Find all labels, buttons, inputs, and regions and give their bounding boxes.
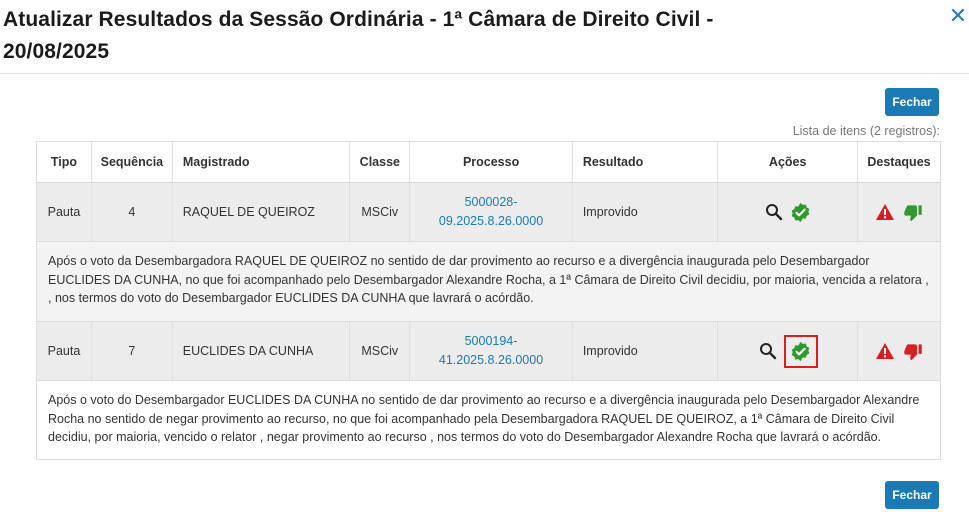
warning-icon[interactable] bbox=[875, 342, 895, 360]
cell-resultado: Improvido bbox=[573, 322, 719, 380]
cell-sequencia: 4 bbox=[92, 183, 173, 241]
table-row: Pauta 7 EUCLIDES DA CUNHA MSCiv 5000194-… bbox=[37, 322, 940, 381]
processo-link-line2: 09.2025.8.26.0000 bbox=[438, 214, 544, 228]
processo-link-line1: 5000194- bbox=[464, 334, 518, 348]
highlighted-action-box bbox=[783, 334, 818, 368]
row-description: Após o voto da Desembargadora RAQUEL DE … bbox=[37, 242, 940, 322]
cell-tipo: Pauta bbox=[37, 183, 92, 241]
fechar-button-top[interactable]: Fechar bbox=[885, 88, 939, 116]
cell-tipo: Pauta bbox=[37, 322, 92, 380]
row-description: Após o voto do Desembargador EUCLIDES DA… bbox=[37, 381, 940, 459]
cell-destaques bbox=[858, 322, 940, 380]
cell-processo: 5000028- 09.2025.8.26.0000 bbox=[410, 183, 573, 241]
verified-check-icon[interactable] bbox=[790, 201, 812, 223]
header-resultado: Resultado bbox=[573, 142, 719, 182]
header-magistrado: Magistrado bbox=[173, 142, 351, 182]
header-destaques: Destaques bbox=[867, 155, 931, 169]
cell-acoes bbox=[718, 183, 859, 241]
header-classe: Classe bbox=[350, 142, 411, 182]
verified-check-icon[interactable] bbox=[790, 340, 812, 362]
thumbs-down-icon[interactable] bbox=[903, 203, 923, 222]
cell-magistrado: RAQUEL DE QUEIROZ bbox=[173, 183, 351, 241]
search-icon[interactable] bbox=[758, 341, 778, 361]
processo-link-line1: 5000028- bbox=[464, 195, 518, 209]
table-row: Pauta 4 RAQUEL DE QUEIROZ MSCiv 5000028-… bbox=[37, 183, 940, 242]
list-info: Lista de itens (2 registros): bbox=[792, 124, 940, 138]
table-header-row: Tipo Sequência Magistrado Classe Process… bbox=[37, 142, 940, 183]
header-acoes: Ações bbox=[718, 142, 858, 182]
cell-classe: MSCiv bbox=[350, 183, 411, 241]
search-icon[interactable] bbox=[764, 202, 784, 222]
results-table: Tipo Sequência Magistrado Classe Process… bbox=[36, 141, 941, 460]
cell-sequencia: 7 bbox=[92, 322, 173, 380]
cell-destaques bbox=[858, 183, 940, 241]
header-tipo: Tipo bbox=[37, 142, 92, 182]
thumbs-down-icon[interactable] bbox=[903, 342, 923, 361]
cell-acoes bbox=[718, 322, 859, 380]
warning-icon[interactable] bbox=[875, 203, 895, 221]
fechar-button-bottom[interactable]: Fechar bbox=[885, 481, 939, 509]
cell-magistrado: EUCLIDES DA CUNHA bbox=[173, 322, 351, 380]
processo-link-line2: 41.2025.8.26.0000 bbox=[438, 353, 544, 367]
thumbs-down-shape bbox=[904, 204, 922, 221]
header-processo: Processo bbox=[410, 142, 573, 182]
modal-title: Atualizar Resultados da Sessão Ordinária… bbox=[3, 8, 714, 63]
modal-header: Atualizar Resultados da Sessão Ordinária… bbox=[0, 0, 969, 74]
header-sequencia: Sequência bbox=[92, 142, 173, 182]
thumbs-down-shape bbox=[904, 343, 922, 360]
cell-resultado: Improvido bbox=[573, 183, 719, 241]
cell-classe: MSCiv bbox=[350, 322, 411, 380]
close-icon[interactable]: ✕ bbox=[948, 4, 968, 28]
cell-processo: 5000194- 41.2025.8.26.0000 bbox=[410, 322, 573, 380]
processo-link[interactable]: 5000194- 41.2025.8.26.0000 bbox=[439, 332, 543, 370]
processo-link[interactable]: 5000028- 09.2025.8.26.0000 bbox=[439, 193, 543, 231]
